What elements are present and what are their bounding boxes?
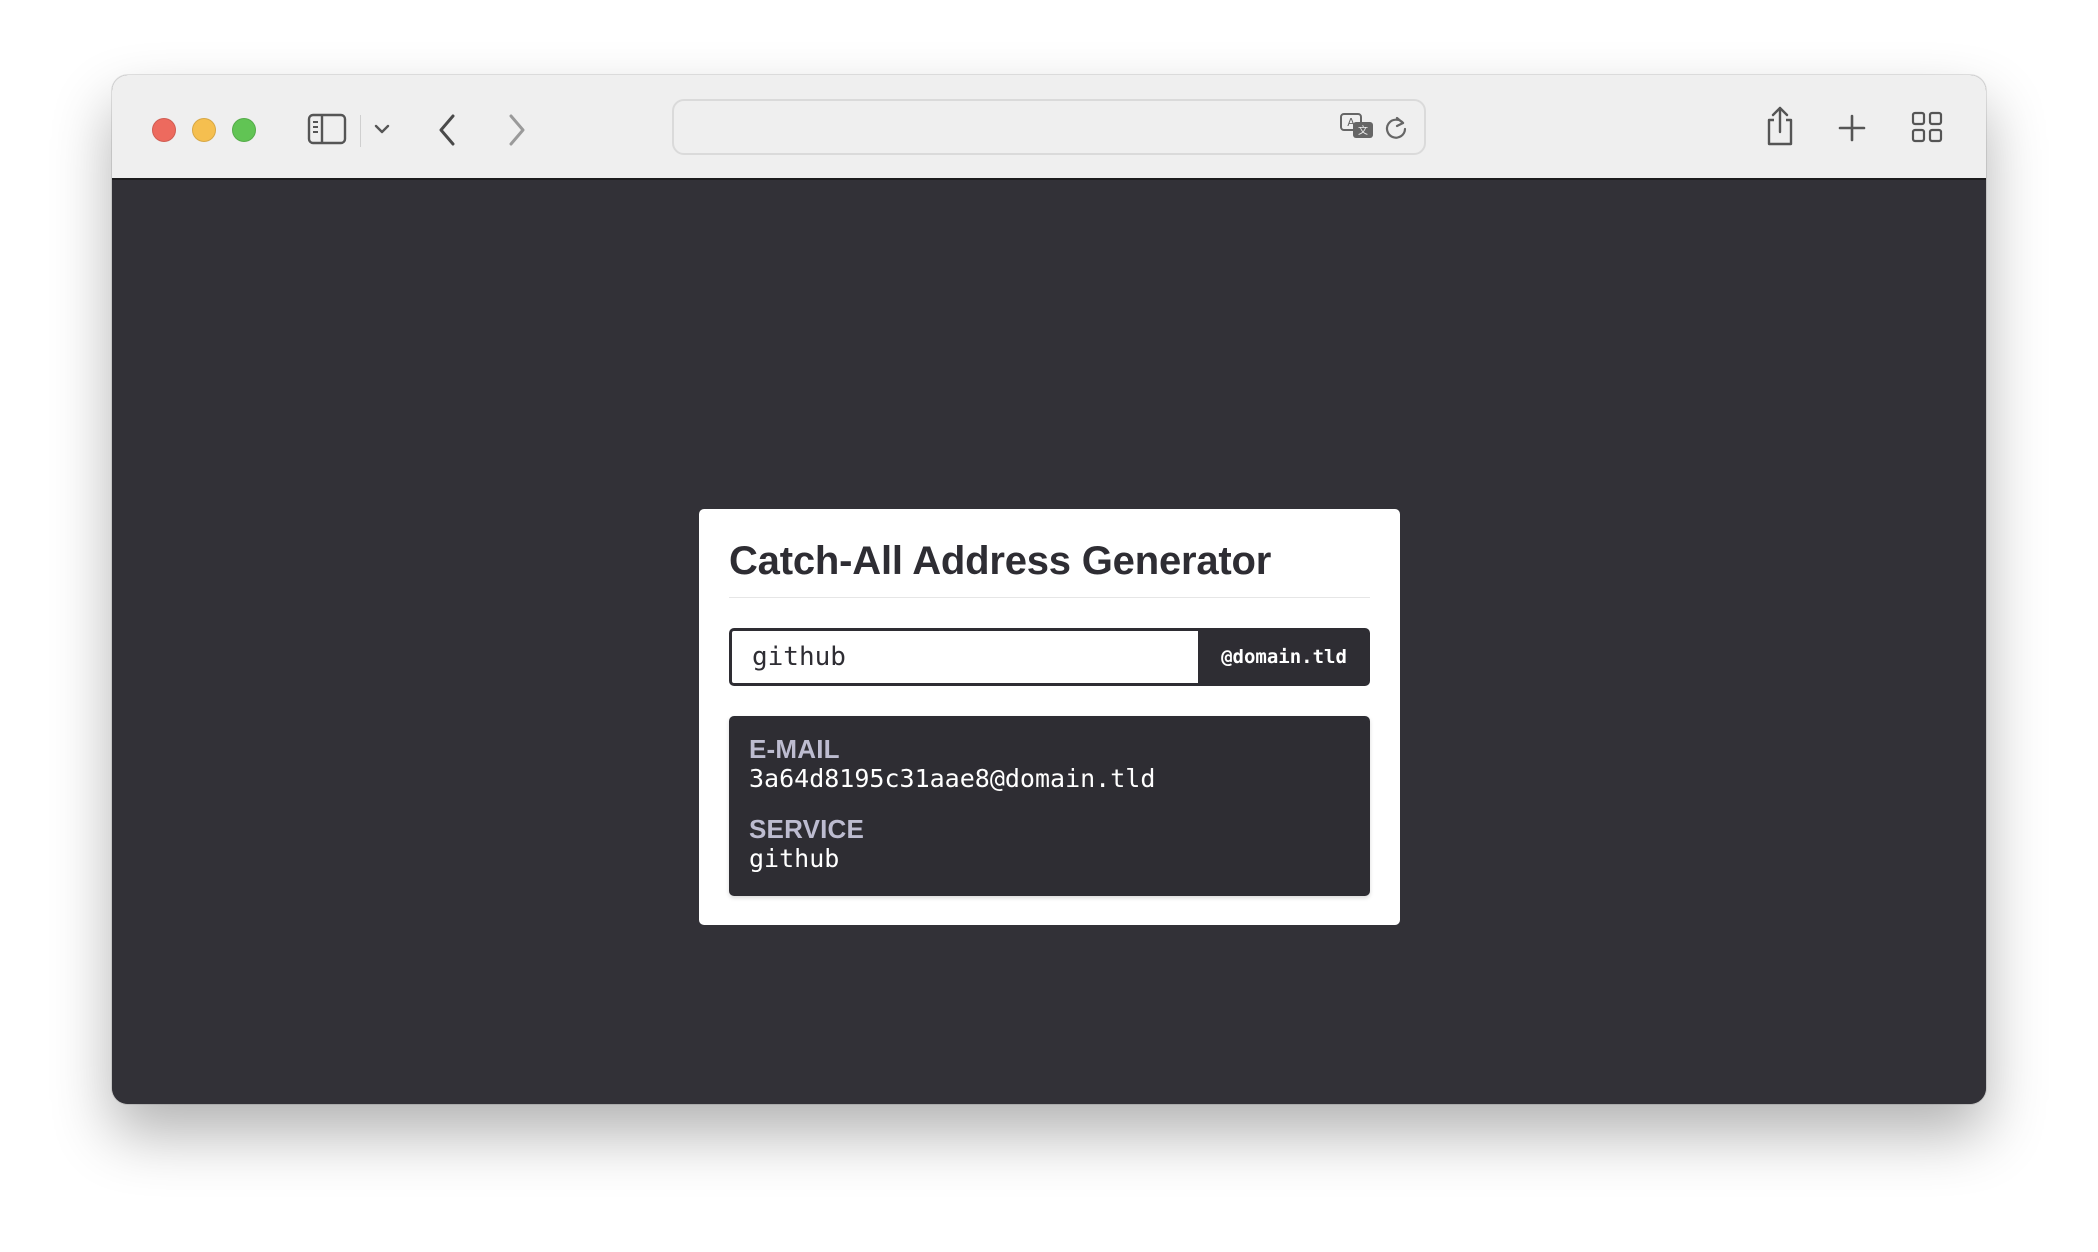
chevron-left-icon[interactable] — [432, 110, 462, 150]
email-label: E-MAIL — [749, 734, 840, 764]
minimize-window-button[interactable] — [192, 118, 216, 142]
chevron-right-icon[interactable] — [502, 110, 532, 150]
address-bar[interactable]: A 文 — [672, 99, 1426, 155]
reload-icon[interactable] — [1382, 113, 1410, 141]
service-result: SERVICE github — [749, 814, 1350, 874]
translate-icon[interactable]: A 文 — [1338, 111, 1378, 143]
svg-text:文: 文 — [1358, 124, 1368, 137]
email-result: E-MAIL 3a64d8195c31aae8@domain.tld — [749, 734, 1350, 794]
browser-toolbar: A 文 — [112, 75, 1986, 180]
close-window-button[interactable] — [152, 118, 176, 142]
grid-icon[interactable] — [1910, 110, 1944, 144]
toolbar-divider — [360, 115, 361, 147]
service-input-group: @domain.tld — [729, 628, 1370, 686]
share-icon[interactable] — [1762, 103, 1798, 149]
domain-suffix: @domain.tld — [1198, 628, 1370, 686]
result-panel: E-MAIL 3a64d8195c31aae8@domain.tld SERVI… — [729, 716, 1370, 896]
browser-window: A 文 Catch-All Address Generator github @… — [112, 75, 1986, 1104]
email-value[interactable]: 3a64d8195c31aae8@domain.tld — [749, 764, 1350, 794]
service-label: SERVICE — [749, 814, 865, 844]
zoom-window-button[interactable] — [232, 118, 256, 142]
sidebar-icon[interactable] — [305, 111, 349, 147]
service-input[interactable] — [729, 628, 1198, 686]
generator-card: Catch-All Address Generator @domain.tld … — [699, 509, 1400, 925]
page-content: Catch-All Address Generator @domain.tld … — [112, 180, 1986, 1104]
plus-icon[interactable] — [1836, 112, 1868, 144]
chevron-down-icon[interactable] — [370, 119, 394, 139]
page-title: Catch-All Address Generator — [729, 537, 1370, 598]
service-value: github — [749, 844, 840, 873]
